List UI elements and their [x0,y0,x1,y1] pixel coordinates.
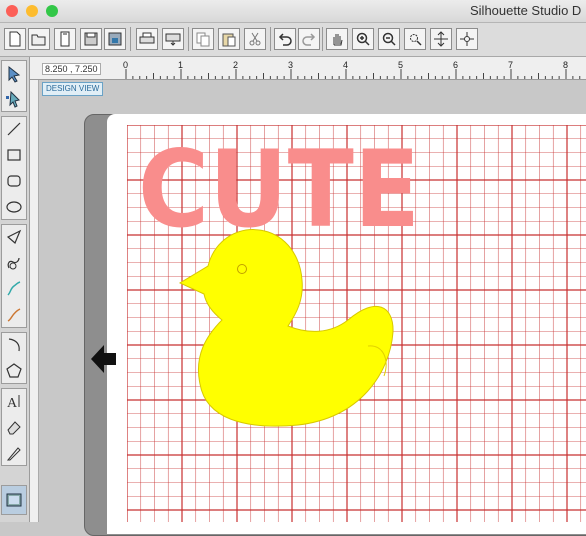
select-icon[interactable] [2,62,26,85]
design-view-tab[interactable]: DESIGN VIEW [42,82,104,96]
rectangle-icon[interactable] [2,143,26,166]
cute-text-shape[interactable]: CUTE [135,128,435,238]
chick-shape[interactable] [178,228,398,430]
eraser-icon[interactable] [2,415,26,438]
zoom-in-icon[interactable] [352,28,374,50]
curve-icon[interactable] [2,251,26,274]
point-edit-icon[interactable] [2,87,26,110]
arc-icon[interactable] [2,333,26,356]
zoom-window-button[interactable] [46,5,58,17]
ruler-mark-8: 8 [563,60,569,70]
freehand-icon[interactable] [2,277,26,300]
ruler-mark-6: 6 [453,60,459,70]
cut-icon[interactable] [244,28,266,50]
left-toolbar: A [0,57,30,522]
save-icon[interactable] [80,28,102,50]
ruler-mark-2: 2 [233,60,239,70]
horizontal-ruler: 8.250 , 7.250 0 1 2 3 4 5 6 7 8 [30,57,586,80]
ellipse-icon[interactable] [2,195,26,218]
page-view-icon[interactable] [2,488,26,511]
title-bar: Silhouette Studio D [0,0,586,23]
minimize-window-button[interactable] [26,5,38,17]
ruler-ticks [125,69,581,79]
pan-hand-icon[interactable] [326,28,348,50]
ruler-mark-0: 0 [123,60,129,70]
ruler-mark-1: 1 [178,60,184,70]
redo-icon[interactable] [298,28,320,50]
copy-icon[interactable] [192,28,214,50]
zoom-select-icon[interactable] [404,28,426,50]
smooth-freehand-icon[interactable] [2,303,26,326]
vertical-ruler [30,80,39,522]
ruler-mark-5: 5 [398,60,404,70]
main-toolbar [0,23,586,57]
sd-card-icon[interactable] [54,28,76,50]
close-window-button[interactable] [6,5,18,17]
save-to-library-icon[interactable] [104,28,126,50]
polygon-icon[interactable] [2,225,26,248]
feed-arrow-icon[interactable] [88,342,118,376]
zoom-out-icon[interactable] [378,28,400,50]
line-icon[interactable] [2,117,26,140]
ruler-mark-7: 7 [508,60,514,70]
fit-page-icon[interactable] [456,28,478,50]
ruler-mark-4: 4 [343,60,349,70]
svg-text:A: A [7,396,18,410]
cute-text: CUTE [138,128,420,238]
undo-icon[interactable] [274,28,296,50]
open-folder-icon[interactable] [28,28,50,50]
fit-to-window-icon[interactable] [430,28,452,50]
window-title: Silhouette Studio D [470,3,582,18]
regular-polygon-icon[interactable] [2,359,26,382]
paste-icon[interactable] [218,28,240,50]
ruler-mark-3: 3 [288,60,294,70]
print-icon[interactable] [136,28,158,50]
text-icon[interactable]: A [2,389,26,412]
send-to-silhouette-icon[interactable] [162,28,184,50]
new-document-icon[interactable] [4,28,26,50]
rounded-rectangle-icon[interactable] [2,169,26,192]
knife-icon[interactable] [2,441,26,464]
